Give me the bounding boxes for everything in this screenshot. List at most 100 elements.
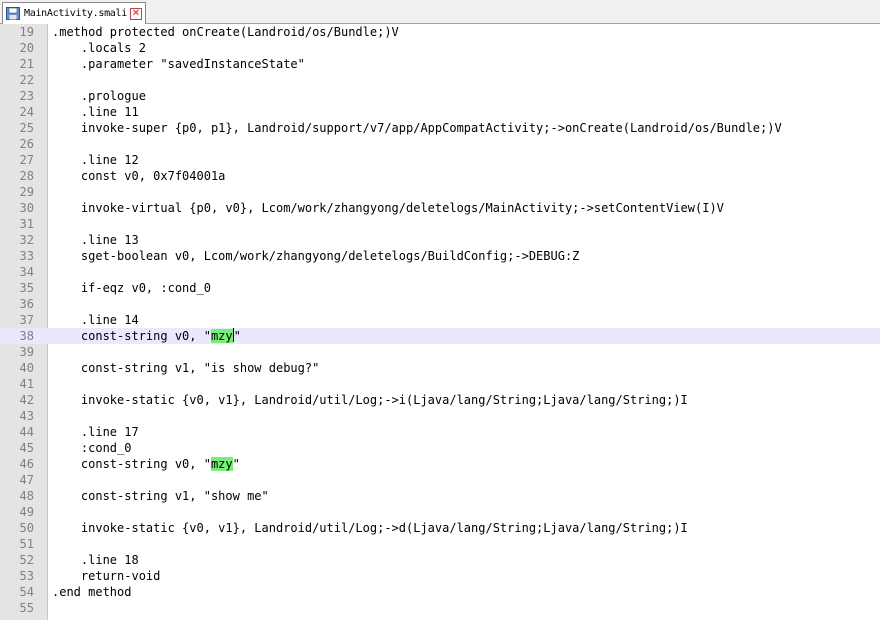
code-text: .line 18: [52, 553, 139, 567]
line-number: 29: [19, 185, 34, 199]
code-text: .locals 2: [52, 41, 146, 55]
line-number: 45: [19, 441, 34, 455]
code-text: .method protected onCreate(Landroid/os/B…: [52, 25, 399, 39]
line-number: 26: [19, 137, 34, 151]
code-text: .parameter "savedInstanceState": [52, 57, 305, 71]
line-number: 46: [19, 457, 34, 471]
line-number: 40: [19, 361, 34, 375]
file-save-icon: [6, 7, 20, 20]
code-line[interactable]: 48 const-string v1, "show me": [0, 488, 880, 504]
code-text: const-string v1, "is show debug?": [52, 361, 320, 375]
code-line[interactable]: 20 .locals 2: [0, 40, 880, 56]
code-line[interactable]: 28 const v0, 0x7f04001a: [0, 168, 880, 184]
code-line[interactable]: 30 invoke-virtual {p0, v0}, Lcom/work/zh…: [0, 200, 880, 216]
code-text: .end method: [52, 585, 132, 599]
code-line[interactable]: 46 const-string v0, "mzy": [0, 456, 880, 472]
code-text-segment: ": [233, 329, 241, 343]
code-line[interactable]: 25 invoke-super {p0, p1}, Landroid/suppo…: [0, 120, 880, 136]
line-number: 48: [19, 489, 34, 503]
code-line[interactable]: 19 .method protected onCreate(Landroid/os…: [0, 24, 880, 40]
code-line[interactable]: 55: [0, 600, 880, 616]
code-text: .line 11: [52, 105, 139, 119]
code-line[interactable]: 38 const-string v0, "mzy": [0, 328, 880, 344]
search-highlight: mzy: [210, 329, 233, 343]
line-number: 20: [19, 41, 34, 55]
code-line[interactable]: 44 .line 17: [0, 424, 880, 440]
tab-bar: MainActivity.smali ✕: [0, 0, 880, 24]
code-text: :cond_0: [52, 441, 132, 455]
code-text-segment: const-string v0, ": [52, 457, 211, 471]
code-text: return-void: [52, 569, 161, 583]
code-text: sget-boolean v0, Lcom/work/zhangyong/del…: [52, 249, 580, 263]
code-line[interactable]: 23 .prologue: [0, 88, 880, 104]
code-text: .line 14: [52, 313, 139, 327]
line-number: 30: [19, 201, 34, 215]
code-line[interactable]: 31: [0, 216, 880, 232]
code-text: invoke-static {v0, v1}, Landroid/util/Lo…: [52, 521, 688, 535]
line-number: 55: [19, 601, 34, 615]
code-text: const-string v0, "mzy": [52, 328, 241, 344]
line-number: 31: [19, 217, 34, 231]
code-text-segment: const-string v0, ": [52, 329, 211, 343]
line-number: 38: [19, 329, 34, 343]
line-number: 42: [19, 393, 34, 407]
code-line[interactable]: 54 .end method: [0, 584, 880, 600]
line-number: 39: [19, 345, 34, 359]
code-line[interactable]: 21 .parameter "savedInstanceState": [0, 56, 880, 72]
code-text: if-eqz v0, :cond_0: [52, 281, 211, 295]
line-number: 19: [19, 25, 34, 39]
code-line[interactable]: 26: [0, 136, 880, 152]
code-text: invoke-virtual {p0, v0}, Lcom/work/zhang…: [52, 201, 724, 215]
tab-main-activity[interactable]: MainActivity.smali ✕: [2, 2, 146, 24]
code-line[interactable]: 49: [0, 504, 880, 520]
code-line[interactable]: 45 :cond_0: [0, 440, 880, 456]
line-number: 49: [19, 505, 34, 519]
code-line[interactable]: 36: [0, 296, 880, 312]
code-line[interactable]: 53 return-void: [0, 568, 880, 584]
code-line[interactable]: 50 invoke-static {v0, v1}, Landroid/util…: [0, 520, 880, 536]
code-line[interactable]: 47: [0, 472, 880, 488]
code-text: invoke-static {v0, v1}, Landroid/util/Lo…: [52, 393, 688, 407]
close-icon[interactable]: ✕: [129, 7, 142, 20]
line-number: 28: [19, 169, 34, 183]
line-number: 41: [19, 377, 34, 391]
code-line[interactable]: 41: [0, 376, 880, 392]
code-text: const-string v1, "show me": [52, 489, 269, 503]
line-number: 22: [19, 73, 34, 87]
code-line[interactable]: 32 .line 13: [0, 232, 880, 248]
line-number: 52: [19, 553, 34, 567]
line-number: 51: [19, 537, 34, 551]
code-text: const v0, 0x7f04001a: [52, 169, 226, 183]
code-text: .prologue: [52, 89, 146, 103]
line-number: 47: [19, 473, 34, 487]
code-editor[interactable]: 19 .method protected onCreate(Landroid/os…: [0, 24, 880, 620]
line-number: 21: [19, 57, 34, 71]
line-number: 54: [19, 585, 34, 599]
code-text-segment: ": [232, 457, 240, 471]
line-number: 32: [19, 233, 34, 247]
code-line[interactable]: 37 .line 14: [0, 312, 880, 328]
code-line[interactable]: 43: [0, 408, 880, 424]
code-line[interactable]: 29: [0, 184, 880, 200]
code-line[interactable]: 52 .line 18: [0, 552, 880, 568]
line-number: 23: [19, 89, 34, 103]
code-text: .line 12: [52, 153, 139, 167]
code-line[interactable]: 40 const-string v1, "is show debug?": [0, 360, 880, 376]
code-line[interactable]: 33 sget-boolean v0, Lcom/work/zhangyong/…: [0, 248, 880, 264]
line-number: 25: [19, 121, 34, 135]
code-line[interactable]: 42 invoke-static {v0, v1}, Landroid/util…: [0, 392, 880, 408]
code-line[interactable]: 24 .line 11: [0, 104, 880, 120]
code-line[interactable]: 27 .line 12: [0, 152, 880, 168]
code-line[interactable]: 51: [0, 536, 880, 552]
code-line[interactable]: 22: [0, 72, 880, 88]
tab-label: MainActivity.smali: [24, 8, 127, 19]
line-number: 24: [19, 105, 34, 119]
code-text: .line 17: [52, 425, 139, 439]
line-number: 50: [19, 521, 34, 535]
code-line[interactable]: 34: [0, 264, 880, 280]
code-line[interactable]: 39: [0, 344, 880, 360]
line-number: 34: [19, 265, 34, 279]
line-number: 33: [19, 249, 34, 263]
code-text: .line 13: [52, 233, 139, 247]
code-line[interactable]: 35 if-eqz v0, :cond_0: [0, 280, 880, 296]
